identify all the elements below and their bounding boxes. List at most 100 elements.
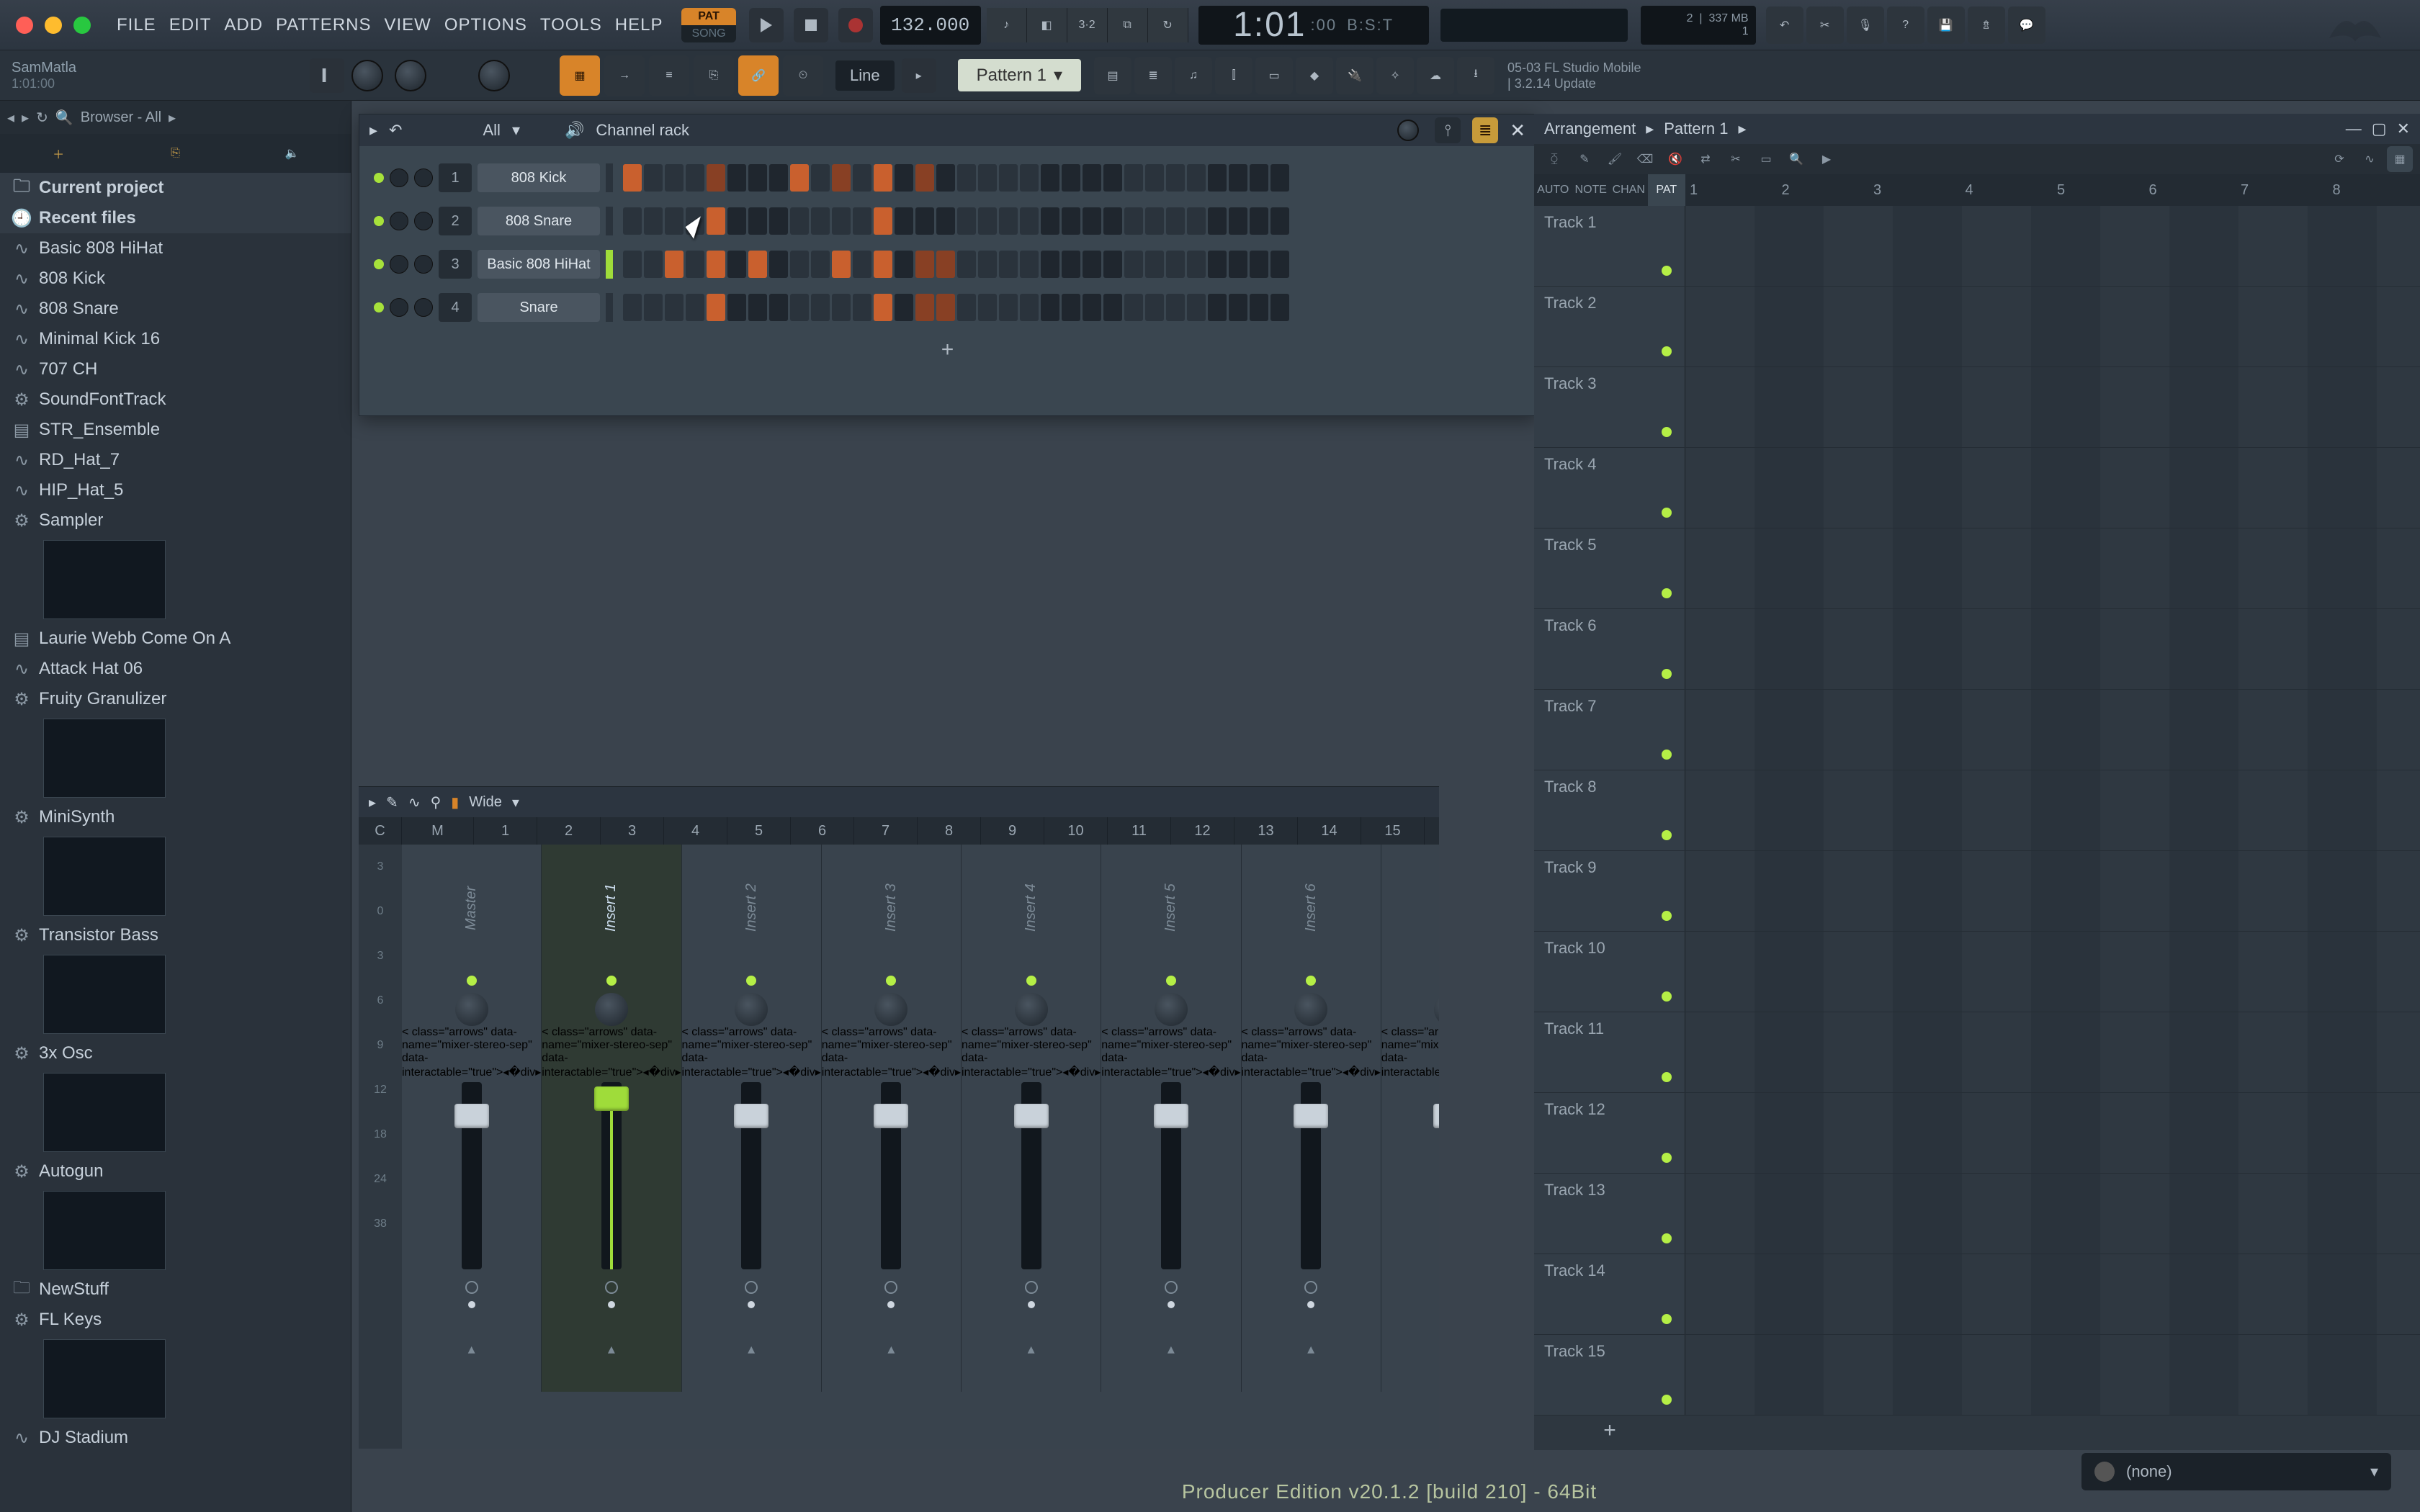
step-cell[interactable] [895,251,913,278]
playlist-track-lane[interactable] [1685,1012,2420,1092]
channel-number[interactable]: 3 [439,250,472,279]
close-all-icon[interactable]: ⭳ [1457,57,1494,94]
mixer-enable-led[interactable] [886,976,896,986]
browser-item[interactable]: ∿707 CH [0,354,351,384]
step-cell[interactable] [1083,294,1101,321]
pl-wave-icon[interactable]: ∿ [2357,146,2383,172]
step-cell[interactable] [686,294,704,321]
step-cell[interactable] [936,294,955,321]
playlist-track-lane[interactable] [1685,287,2420,366]
step-cell[interactable] [1124,294,1143,321]
play-button[interactable] [749,8,784,42]
step-cell[interactable] [832,294,851,321]
playlist-track-lane[interactable] [1685,1254,2420,1334]
browser-item[interactable]: ∿Attack Hat 06 [0,654,351,684]
mixer-send-arrow[interactable]: ▴ [748,1340,755,1358]
track-enable-led[interactable] [1662,266,1672,276]
pl-sync-icon[interactable]: ⟳ [2326,146,2352,172]
plugin-picker-icon[interactable]: 🔌 [1336,57,1373,94]
step-cell[interactable] [1062,251,1080,278]
step-cell[interactable] [1208,294,1227,321]
step-cell[interactable] [1124,251,1143,278]
playlist-mode-tab[interactable]: CHAN [1610,174,1648,206]
browser-item[interactable]: ⚙Autogun [0,1156,351,1187]
browser-add-button[interactable]: ＋ [42,138,74,169]
playlist-track-lane[interactable] [1685,1174,2420,1254]
browser-item[interactable]: ⚙SoundFontTrack [0,384,351,415]
browser-thumbnail[interactable] [43,1073,166,1152]
step-cell[interactable] [915,207,934,235]
channel-pan-knob[interactable] [390,255,408,274]
view-mixer-icon[interactable]: ⫿ [1215,57,1252,94]
menu-patterns[interactable]: PATTERNS [270,12,377,38]
project-picker-icon[interactable]: ✧ [1376,57,1414,94]
bar-number[interactable]: 2 [1778,174,1870,206]
mixer-fader[interactable] [601,1082,622,1269]
browser-item[interactable]: 🗀NewStuff [0,1274,351,1305]
step-cell[interactable] [686,164,704,192]
step-cell[interactable] [790,294,809,321]
channel-number[interactable]: 1 [439,163,472,192]
browser-item[interactable]: 🗀Current project [0,173,351,203]
step-cell[interactable] [957,207,976,235]
mixer-fader[interactable] [1301,1082,1321,1269]
bar-number[interactable]: 7 [2236,174,2329,206]
step-cell[interactable] [1145,294,1164,321]
step-cell[interactable] [665,207,684,235]
step-cell[interactable] [727,251,746,278]
step-cell[interactable] [707,164,725,192]
step-cell[interactable] [1229,207,1247,235]
view-pianoroll-icon[interactable]: ♫ [1175,57,1212,94]
cr-steps-icon[interactable]: ≣ [1472,117,1498,143]
step-cell[interactable] [1124,164,1143,192]
tool-picker-icon[interactable]: ☁ [1417,57,1454,94]
step-cell[interactable] [874,164,892,192]
mixer-pan-knob[interactable] [874,993,908,1026]
back-icon[interactable]: ◂ [7,109,14,127]
fader-cap[interactable] [1294,1104,1328,1128]
news-panel[interactable]: 05-03 FL Studio Mobile | 3.2.14 Update [1507,60,1641,91]
track-enable-led[interactable] [1662,1314,1672,1324]
playlist-body[interactable]: Track 1Track 2Track 3Track 4Track 5Track… [1534,206,2420,1450]
browser-item[interactable]: ∿808 Kick [0,264,351,294]
step-cell[interactable] [1208,251,1227,278]
mixer-fx-enable[interactable] [1304,1281,1317,1294]
playlist-track-header[interactable]: Track 2 [1534,287,1685,366]
menu-help[interactable]: HELP [609,12,669,38]
step-cell[interactable] [644,294,663,321]
pl-zoom-icon[interactable]: 🔍 [1783,146,1809,172]
step-cell[interactable] [748,164,767,192]
step-cell[interactable] [1208,207,1227,235]
step-cell[interactable] [1145,164,1164,192]
fader-cap[interactable] [874,1104,908,1128]
step-cell[interactable] [1062,207,1080,235]
mixer-fader[interactable] [462,1082,482,1269]
mixer-route-dot[interactable] [468,1301,475,1308]
step-cell[interactable] [1083,207,1101,235]
step-cell[interactable] [727,207,746,235]
step-cell[interactable] [895,294,913,321]
step-cell[interactable] [790,164,809,192]
pl-minimize-icon[interactable]: — [2346,120,2362,138]
channel-select[interactable] [606,207,613,235]
step-cell[interactable] [1187,164,1206,192]
step-cell[interactable] [1103,164,1122,192]
mixer-fx-enable[interactable] [605,1281,618,1294]
mixer-route-dot[interactable] [1168,1301,1175,1308]
menu-options[interactable]: OPTIONS [439,12,533,38]
mixer-ruler-cell[interactable]: 15 [1361,817,1425,845]
step-cell[interactable] [874,294,892,321]
mixer-fx-enable[interactable] [884,1281,897,1294]
playlist-track-header[interactable]: Track 1 [1534,206,1685,286]
bar-number[interactable]: 5 [2053,174,2145,206]
step-cell[interactable] [1041,164,1059,192]
step-cell[interactable] [1083,251,1101,278]
stop-button[interactable] [794,8,828,42]
menu-tools[interactable]: TOOLS [534,12,608,38]
browser-mute-button[interactable]: 🔈 [277,138,308,169]
step-cell[interactable] [915,251,934,278]
step-cell[interactable] [874,251,892,278]
playlist-track-lane[interactable] [1685,528,2420,608]
browser-item[interactable]: 🕘Recent files [0,203,351,233]
reload-icon[interactable]: ↻ [36,109,48,127]
